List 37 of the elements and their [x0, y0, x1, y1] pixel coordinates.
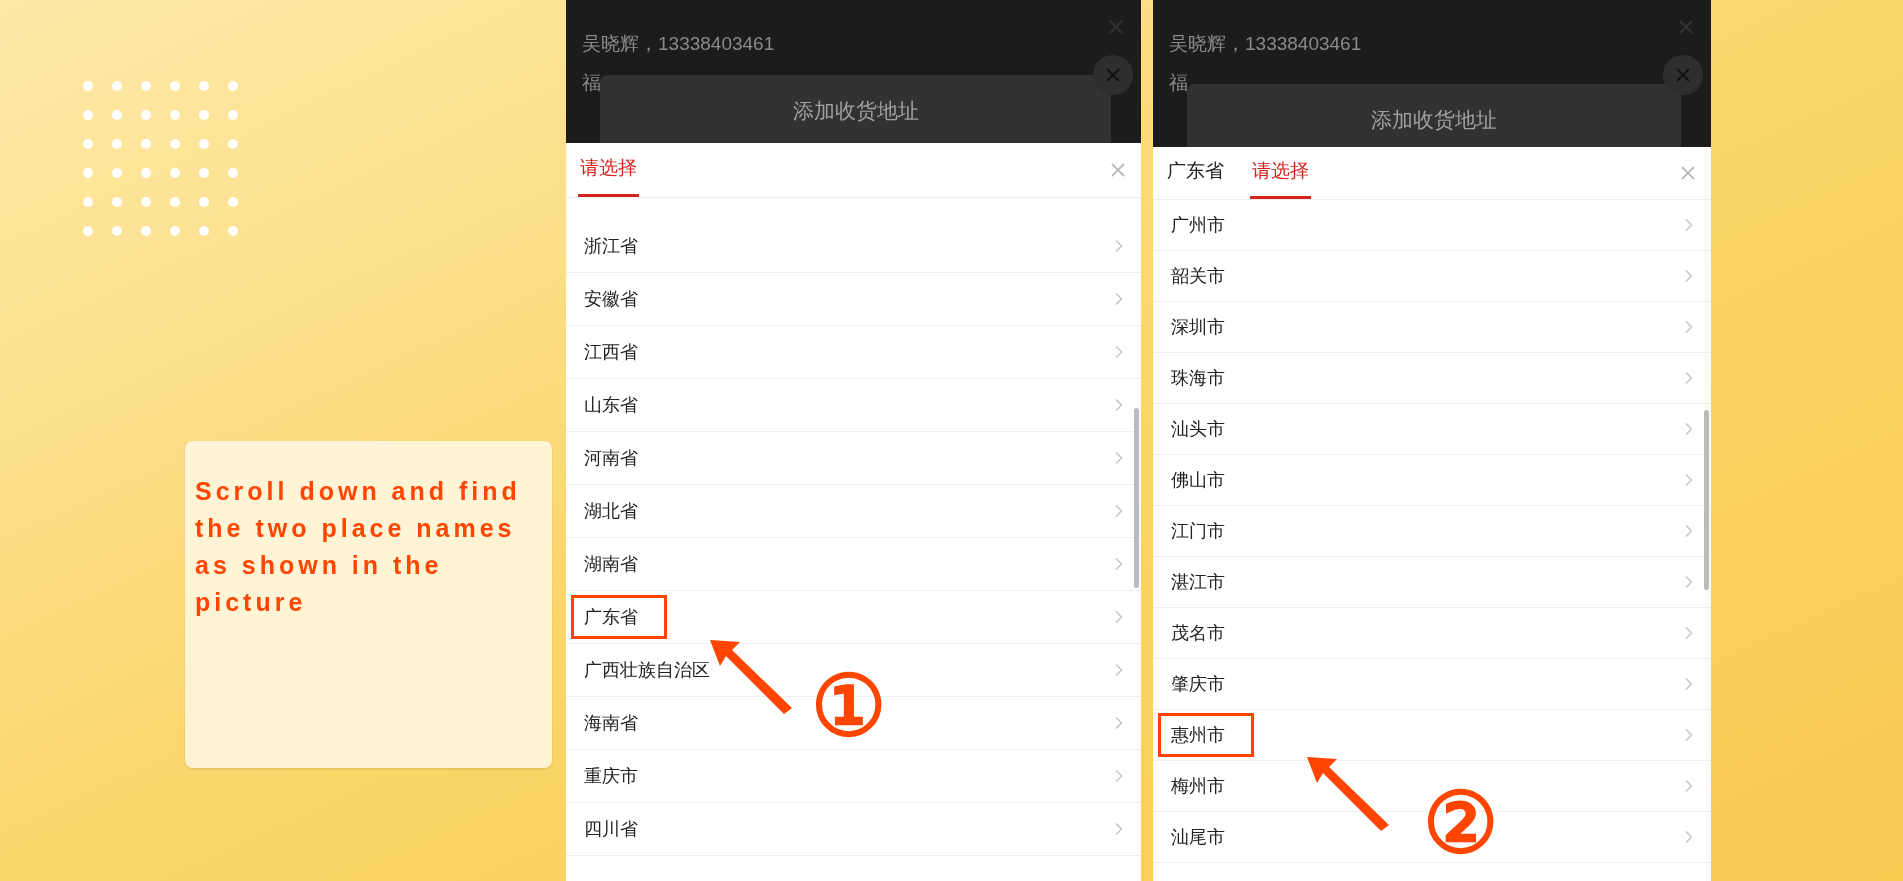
region-item[interactable]: 山东省	[571, 383, 651, 427]
region-item[interactable]: 惠州市	[1158, 713, 1254, 757]
modal-title: 添加收货地址	[1371, 107, 1497, 133]
address-text: 福	[1169, 70, 1188, 95]
region-item[interactable]: 重庆市	[571, 754, 651, 798]
region-item[interactable]: 安徽省	[571, 277, 651, 321]
region-item[interactable]: 四川省	[571, 807, 651, 851]
region-item[interactable]: 汕尾市	[1158, 815, 1238, 859]
step-number: ②	[1423, 781, 1498, 865]
region-item[interactable]: 珠海市	[1158, 356, 1238, 400]
region-item[interactable]: 茂名市	[1158, 611, 1238, 655]
region-item[interactable]: 湖南省	[571, 542, 651, 586]
modal-title: 添加收货地址	[792, 98, 919, 124]
region-item[interactable]: 海南省	[571, 701, 651, 745]
region-item[interactable]: 浙江省	[571, 224, 651, 268]
instruction-text: Scroll down and find the two place names as shown in the picture	[195, 476, 522, 618]
region-item[interactable]: 河南省	[571, 436, 651, 480]
region-item[interactable]: 肇庆市	[1158, 662, 1238, 706]
region-item[interactable]: 湛江市	[1158, 560, 1238, 604]
region-item[interactable]: 江门市	[1158, 509, 1238, 553]
contact-text: 吴晓辉，13338403461	[1169, 32, 1362, 56]
region-item[interactable]: 梅州市	[1158, 764, 1238, 808]
region-tab[interactable]: 广东省	[1165, 147, 1226, 199]
region-item[interactable]: 广西壮族自治区	[571, 648, 723, 692]
step-number: ①	[811, 664, 886, 748]
close-button[interactable]	[1093, 55, 1133, 95]
address-text: 福	[582, 70, 601, 95]
region-item[interactable]: 佛山市	[1158, 458, 1238, 502]
region-item[interactable]: 广东省	[571, 595, 667, 639]
region-item[interactable]: 韶关市	[1158, 254, 1238, 298]
region-item[interactable]: 江西省	[571, 330, 651, 374]
contact-text: 吴晓辉，13338403461	[582, 32, 775, 56]
region-item[interactable]: 汕头市	[1158, 407, 1238, 451]
region-item[interactable]: 广州市	[1158, 203, 1238, 247]
close-button[interactable]	[1663, 55, 1703, 95]
region-item[interactable]: 深圳市	[1158, 305, 1238, 349]
region-item[interactable]: 湖北省	[571, 489, 651, 533]
